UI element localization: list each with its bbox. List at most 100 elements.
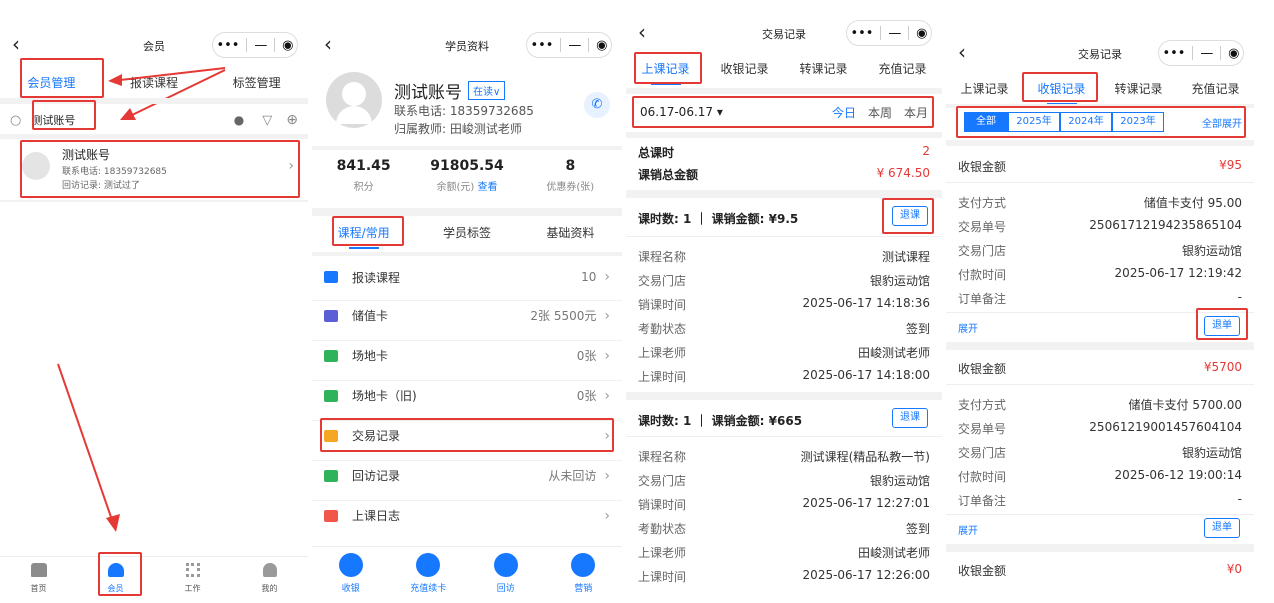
stat-label: 积分 (353, 182, 374, 193)
stat-balance[interactable]: 91805.54 余额(元) 查看 (415, 158, 518, 202)
cashier-records-screen: ‹ 交易记录 ••• — ◉ 上课记录 收银记录 转课记录 充值记录 全部 20… (946, 0, 1254, 603)
tab-recharge-records[interactable]: 充值记录 (1177, 80, 1254, 97)
stat-points[interactable]: 841.45 积分 (312, 158, 415, 202)
menu-item-class-log[interactable]: 上课日志 › (312, 500, 622, 530)
close-target-icon[interactable]: ◉ (1228, 46, 1239, 61)
tab-class-records[interactable]: 上课记录 (946, 80, 1023, 97)
row-value: 测试课程(精品私教一节) (800, 450, 930, 464)
nav-mine[interactable]: 我的 (231, 557, 308, 603)
record-row: 交易门店 银豹运动馆 (638, 272, 930, 289)
chevron-down-icon: ∨ (493, 87, 501, 98)
year-all[interactable]: 全部 (964, 112, 1008, 132)
tab-recharge-records[interactable]: 充值记录 (863, 60, 942, 77)
tab-student-tags[interactable]: 学员标签 (415, 224, 518, 241)
menu-item-courses[interactable]: 报读课程 10 › (312, 262, 622, 292)
search-input[interactable]: 测试账号 (31, 112, 233, 128)
tab-basic-info[interactable]: 基础资料 (519, 224, 622, 241)
menu-value: 2张 5500元 (530, 309, 597, 323)
student-profile-screen: ‹ 学员资料 ••• — ◉ 测试账号 在读∨ 联系电话: 1835973268… (312, 0, 622, 603)
stat-coupons[interactable]: 8 优惠券(张) (519, 158, 622, 202)
more-icon[interactable]: ••• (1162, 46, 1185, 61)
tab-member-manage[interactable]: 会员管理 (0, 74, 103, 99)
member-list-item[interactable]: 测试账号 联系电话: 18359732685 回访记录: 测试过了 › (0, 140, 308, 200)
nav-home-label: 首页 (30, 584, 47, 593)
tab-cashier-records[interactable]: 收银记录 (1023, 80, 1100, 105)
mini-program-capsule[interactable]: ••• — ◉ (526, 32, 612, 58)
date-range-picker[interactable]: 06.17-06.17 ▾ (640, 105, 820, 119)
tab-cashier-records[interactable]: 收银记录 (705, 60, 784, 77)
tab-transfer-records[interactable]: 转课记录 (1100, 80, 1177, 97)
row-key: 交易门店 (958, 244, 1007, 258)
stat-label: 余额(元) (436, 182, 475, 193)
row-key: 交易门店 (638, 274, 687, 288)
menu-label: 交易记录 (352, 429, 401, 443)
minimize-icon[interactable]: — (888, 26, 901, 41)
quick-today[interactable]: 今日 (832, 104, 856, 121)
amount-label: 收银金额 (958, 362, 1007, 376)
refund-class-button[interactable]: 退课 (892, 206, 928, 226)
row-value: 25061712194235865104 (1089, 218, 1242, 232)
record-row: 考勤状态 签到 (638, 520, 930, 537)
tab-course-common[interactable]: 课程/常用 (312, 224, 415, 249)
row-key: 支付方式 (958, 196, 1007, 210)
menu-item-transactions[interactable]: 交易记录 › (312, 420, 622, 450)
action-cashier[interactable]: 收银 (312, 547, 390, 603)
nav-work[interactable]: 工作 (154, 557, 231, 603)
year-2025[interactable]: 2025年 (1008, 112, 1060, 132)
nav-home[interactable]: 首页 (0, 557, 77, 603)
year-filter: 全部 2025年 2024年 2023年 全部展开 (964, 112, 1242, 132)
menu-item-venue-card-old[interactable]: 场地卡（旧) 0张 › (312, 380, 622, 410)
quick-week[interactable]: 本周 (868, 104, 892, 121)
expand-link[interactable]: 展开 (958, 522, 978, 537)
tab-transfer-records[interactable]: 转课记录 (784, 60, 863, 77)
minimize-icon[interactable]: — (254, 38, 267, 53)
menu-label: 场地卡（旧) (352, 389, 417, 403)
expand-link[interactable]: 展开 (958, 320, 978, 335)
more-icon[interactable]: ••• (850, 26, 873, 41)
home-icon (30, 563, 47, 577)
year-2024[interactable]: 2024年 (1060, 112, 1112, 132)
mini-program-capsule[interactable]: ••• — ◉ (846, 20, 932, 46)
mini-program-capsule[interactable]: ••• — ◉ (1158, 40, 1244, 66)
view-balance-link[interactable]: 查看 (477, 182, 497, 193)
close-target-icon[interactable]: ◉ (596, 38, 607, 53)
minimize-icon[interactable]: — (568, 38, 581, 53)
minimize-icon[interactable]: — (1200, 46, 1213, 61)
mini-program-capsule[interactable]: ••• — ◉ (212, 32, 298, 58)
add-icon[interactable]: ⊕ (286, 112, 298, 128)
refund-order-button[interactable]: 退单 (1204, 316, 1240, 336)
refund-class-button[interactable]: 退课 (892, 408, 928, 428)
action-recharge[interactable]: 充值续卡 (390, 547, 468, 603)
action-marketing[interactable]: 营销 (545, 547, 623, 603)
filter-icon[interactable]: ▽ (262, 113, 272, 128)
row-value: 25061219001457604104 (1089, 420, 1242, 434)
refund-order-button[interactable]: 退单 (1204, 518, 1240, 538)
record-row: 考勤状态 签到 (638, 320, 930, 337)
more-icon[interactable]: ••• (530, 38, 553, 53)
more-icon[interactable]: ••• (216, 38, 239, 53)
expand-all-link[interactable]: 全部展开 (1164, 115, 1242, 130)
menu-item-venue-card[interactable]: 场地卡 0张 › (312, 340, 622, 370)
amount-row: 收银金额 ¥95 (958, 158, 1242, 175)
member-phone: 联系电话: 18359732685 (62, 167, 167, 177)
close-target-icon[interactable]: ◉ (282, 38, 293, 53)
year-2023[interactable]: 2023年 (1112, 112, 1164, 132)
action-visit[interactable]: 回访 (467, 547, 545, 603)
grid-icon (185, 563, 200, 577)
row-value: 签到 (905, 322, 930, 336)
tab-class-records[interactable]: 上课记录 (626, 60, 705, 85)
amount-value: ¥95 (1219, 158, 1242, 172)
row-key: 上课老师 (638, 346, 687, 360)
menu-item-stored-card[interactable]: 储值卡 2张 5500元 › (312, 300, 622, 330)
status-badge[interactable]: 在读∨ (468, 81, 506, 100)
close-target-icon[interactable]: ◉ (916, 26, 927, 41)
total-amount-label: 课销总金额 (638, 168, 699, 182)
class-records-screen: ‹ 交易记录 ••• — ◉ 上课记录 收银记录 转课记录 充值记录 06.17… (626, 0, 942, 603)
total-amount-row: 课销总金额 ¥ 674.50 (638, 166, 930, 183)
phone-call-button[interactable]: ✆ (584, 92, 610, 118)
row-key: 订单备注 (958, 494, 1007, 508)
menu-item-visits[interactable]: 回访记录 从未回访 › (312, 460, 622, 490)
clear-icon[interactable]: ● (234, 113, 244, 127)
nav-member[interactable]: 会员 (77, 557, 154, 603)
quick-month[interactable]: 本月 (904, 104, 928, 121)
